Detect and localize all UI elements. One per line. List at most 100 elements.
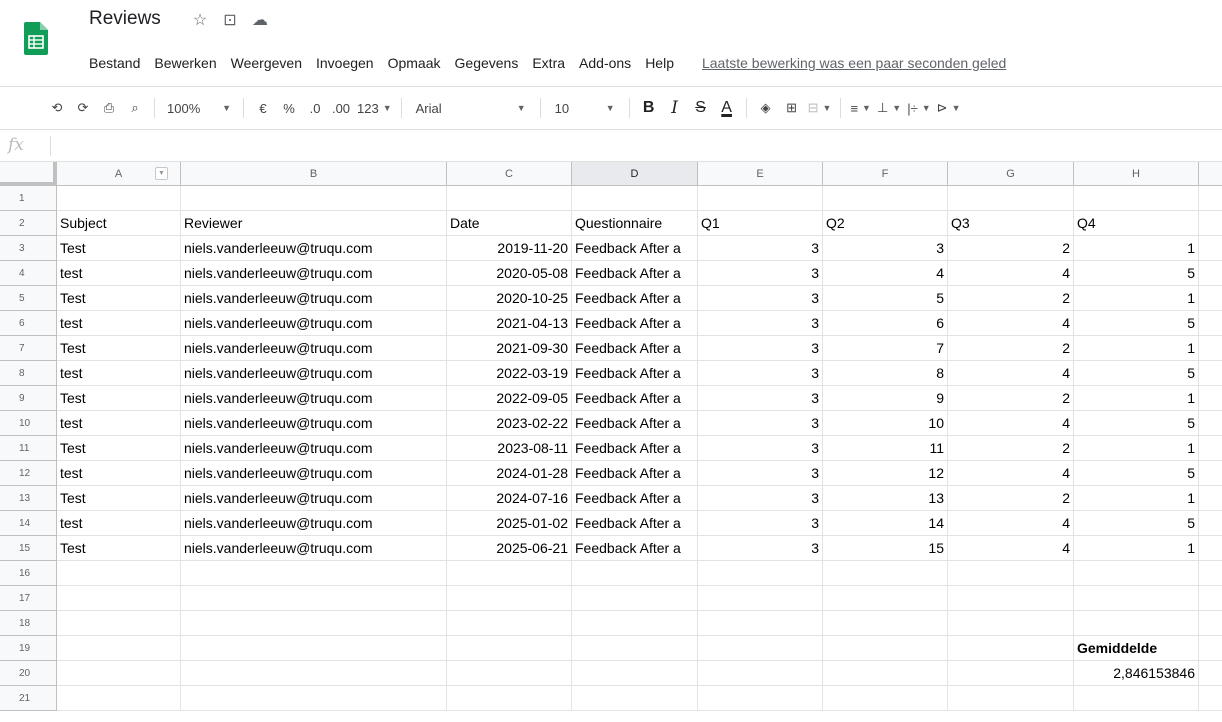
cell-b11[interactable]: niels.vanderleeuw@truqu.com	[181, 436, 447, 461]
horizontal-align-icon[interactable]: ≡ ▼	[847, 94, 874, 122]
cell-e10[interactable]: 3	[698, 411, 823, 436]
cell-c13[interactable]: 2024-07-16	[447, 486, 572, 511]
cell-c18[interactable]	[447, 611, 572, 636]
cell-h18[interactable]	[1074, 611, 1199, 636]
italic-button[interactable]: I	[662, 94, 688, 122]
select-all-corner[interactable]	[0, 162, 57, 186]
cell-d14[interactable]: Feedback After a	[572, 511, 698, 536]
cell-c20[interactable]	[447, 661, 572, 686]
cell-g4[interactable]: 4	[948, 261, 1074, 286]
row-number[interactable]: 18	[0, 611, 57, 636]
cell-c16[interactable]	[447, 561, 572, 586]
column-header-g[interactable]: G	[948, 162, 1074, 186]
cell-b17[interactable]	[181, 586, 447, 611]
cell-i8[interactable]	[1199, 361, 1222, 386]
cell-c11[interactable]: 2023-08-11	[447, 436, 572, 461]
cell-e9[interactable]: 3	[698, 386, 823, 411]
cell-f19[interactable]	[823, 636, 948, 661]
cell-f1[interactable]	[823, 186, 948, 211]
cell-i9[interactable]	[1199, 386, 1222, 411]
cell-b2[interactable]: Reviewer	[181, 211, 447, 236]
cell-f9[interactable]: 9	[823, 386, 948, 411]
cell-f2[interactable]: Q2	[823, 211, 948, 236]
cell-e19[interactable]	[698, 636, 823, 661]
currency-format-button[interactable]: €	[250, 94, 276, 122]
text-wrap-icon[interactable]: |÷ ▼	[904, 94, 933, 122]
cell-g9[interactable]: 2	[948, 386, 1074, 411]
cell-e6[interactable]: 3	[698, 311, 823, 336]
cell-e17[interactable]	[698, 586, 823, 611]
cell-a5[interactable]: Test	[57, 286, 181, 311]
cell-c15[interactable]: 2025-06-21	[447, 536, 572, 561]
print-icon[interactable]: ⎙	[96, 94, 122, 122]
text-color-button[interactable]: A	[714, 94, 740, 122]
cell-a21[interactable]	[57, 686, 181, 711]
cell-f17[interactable]	[823, 586, 948, 611]
cell-h6[interactable]: 5	[1074, 311, 1199, 336]
cell-c2[interactable]: Date	[447, 211, 572, 236]
cell-e18[interactable]	[698, 611, 823, 636]
cell-e5[interactable]: 3	[698, 286, 823, 311]
cell-b15[interactable]: niels.vanderleeuw@truqu.com	[181, 536, 447, 561]
cell-d9[interactable]: Feedback After a	[572, 386, 698, 411]
cell-d20[interactable]	[572, 661, 698, 686]
row-number[interactable]: 8	[0, 361, 57, 386]
cell-b1[interactable]	[181, 186, 447, 211]
menu-item-extra[interactable]: Extra	[525, 52, 572, 74]
cell-d11[interactable]: Feedback After a	[572, 436, 698, 461]
star-icon[interactable]: ☆	[190, 10, 210, 30]
cell-d21[interactable]	[572, 686, 698, 711]
cell-i17[interactable]	[1199, 586, 1222, 611]
cell-f18[interactable]	[823, 611, 948, 636]
cell-f15[interactable]: 15	[823, 536, 948, 561]
cell-d15[interactable]: Feedback After a	[572, 536, 698, 561]
cell-a2[interactable]: Subject	[57, 211, 181, 236]
cell-i6[interactable]	[1199, 311, 1222, 336]
menu-item-weergeven[interactable]: Weergeven	[224, 52, 309, 74]
cell-e8[interactable]: 3	[698, 361, 823, 386]
cell-f13[interactable]: 13	[823, 486, 948, 511]
cell-g18[interactable]	[948, 611, 1074, 636]
cell-e4[interactable]: 3	[698, 261, 823, 286]
cell-a14[interactable]: test	[57, 511, 181, 536]
zoom-select[interactable]: 100% ▼	[161, 94, 237, 122]
cell-h10[interactable]: 5	[1074, 411, 1199, 436]
cell-a17[interactable]	[57, 586, 181, 611]
cell-g13[interactable]: 2	[948, 486, 1074, 511]
cell-e21[interactable]	[698, 686, 823, 711]
cell-b18[interactable]	[181, 611, 447, 636]
menu-item-bestand[interactable]: Bestand	[82, 52, 147, 74]
row-number[interactable]: 9	[0, 386, 57, 411]
cell-f5[interactable]: 5	[823, 286, 948, 311]
cell-h14[interactable]: 5	[1074, 511, 1199, 536]
cell-a10[interactable]: test	[57, 411, 181, 436]
cell-f3[interactable]: 3	[823, 236, 948, 261]
cell-b13[interactable]: niels.vanderleeuw@truqu.com	[181, 486, 447, 511]
cell-e1[interactable]	[698, 186, 823, 211]
cell-b6[interactable]: niels.vanderleeuw@truqu.com	[181, 311, 447, 336]
more-formats-select[interactable]: 123 ▼	[354, 94, 395, 122]
cell-e13[interactable]: 3	[698, 486, 823, 511]
cell-g20[interactable]	[948, 661, 1074, 686]
cell-g2[interactable]: Q3	[948, 211, 1074, 236]
cell-d19[interactable]	[572, 636, 698, 661]
cell-g3[interactable]: 2	[948, 236, 1074, 261]
cell-a15[interactable]: Test	[57, 536, 181, 561]
menu-item-bewerken[interactable]: Bewerken	[147, 52, 223, 74]
cell-f16[interactable]	[823, 561, 948, 586]
cell-d2[interactable]: Questionnaire	[572, 211, 698, 236]
document-title[interactable]: Reviews	[89, 8, 161, 30]
cell-c6[interactable]: 2021-04-13	[447, 311, 572, 336]
cell-c19[interactable]	[447, 636, 572, 661]
cell-c8[interactable]: 2022-03-19	[447, 361, 572, 386]
cell-g15[interactable]: 4	[948, 536, 1074, 561]
font-size-select[interactable]: 10 ▼	[547, 94, 623, 122]
cell-i3[interactable]	[1199, 236, 1222, 261]
paint-format-icon[interactable]: ⌕	[122, 94, 148, 122]
cell-b20[interactable]	[181, 661, 447, 686]
cell-i10[interactable]	[1199, 411, 1222, 436]
cell-a19[interactable]	[57, 636, 181, 661]
cell-e15[interactable]: 3	[698, 536, 823, 561]
cell-b10[interactable]: niels.vanderleeuw@truqu.com	[181, 411, 447, 436]
cell-f11[interactable]: 11	[823, 436, 948, 461]
